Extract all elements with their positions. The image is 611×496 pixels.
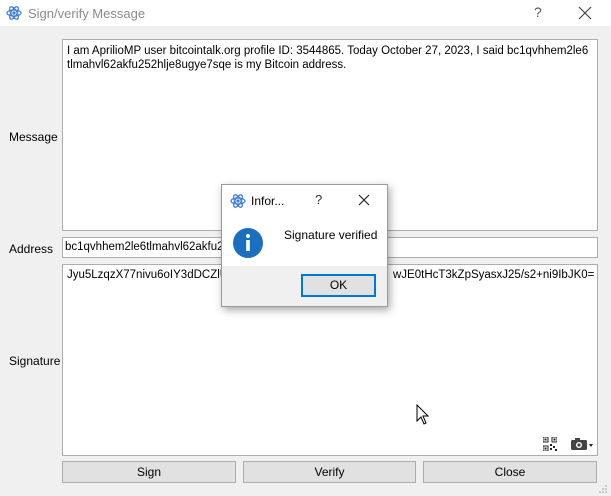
- app-logo-icon: [6, 6, 22, 20]
- ok-button[interactable]: OK: [301, 274, 376, 297]
- signature-label: Signature: [9, 354, 61, 368]
- signature-text-right: wJE0tHcT3kZpSyasxJ25/s2+ni9IbJK0=: [393, 269, 595, 281]
- dialog-titlebar: Infor... ?: [222, 185, 387, 215]
- address-label: Address: [9, 242, 54, 256]
- help-button[interactable]: ?: [534, 4, 542, 20]
- signature-text-left: Jyu5LzqzX77nivu6oIY3dDCZlUwl: [67, 269, 239, 281]
- window-title: Sign/verify Message: [28, 6, 146, 21]
- close-icon[interactable]: [577, 5, 593, 21]
- message-text: I am AprilioMP user bitcointalk.org prof…: [67, 45, 589, 71]
- close-button[interactable]: Close: [423, 461, 597, 483]
- info-icon: [233, 228, 263, 258]
- window-titlebar: Sign/verify Message ?: [0, 0, 611, 26]
- dialog-help-button[interactable]: ?: [315, 192, 322, 207]
- mouse-cursor-icon: [416, 404, 430, 425]
- camera-icon[interactable]: [570, 437, 594, 451]
- qr-code-icon[interactable]: [543, 437, 557, 451]
- app-logo-icon: [230, 194, 246, 208]
- sign-button[interactable]: Sign: [62, 461, 236, 483]
- dialog-message: Signature verified: [284, 228, 378, 242]
- message-label: Message: [9, 130, 58, 144]
- dialog-body: Signature verified: [222, 215, 387, 266]
- dialog-title: Infor...: [251, 194, 285, 208]
- information-dialog: Infor... ? Signature verified OK: [221, 184, 388, 307]
- resize-grip-icon[interactable]: [598, 484, 608, 494]
- verify-button[interactable]: Verify: [243, 461, 416, 483]
- dialog-close-icon[interactable]: [358, 194, 370, 206]
